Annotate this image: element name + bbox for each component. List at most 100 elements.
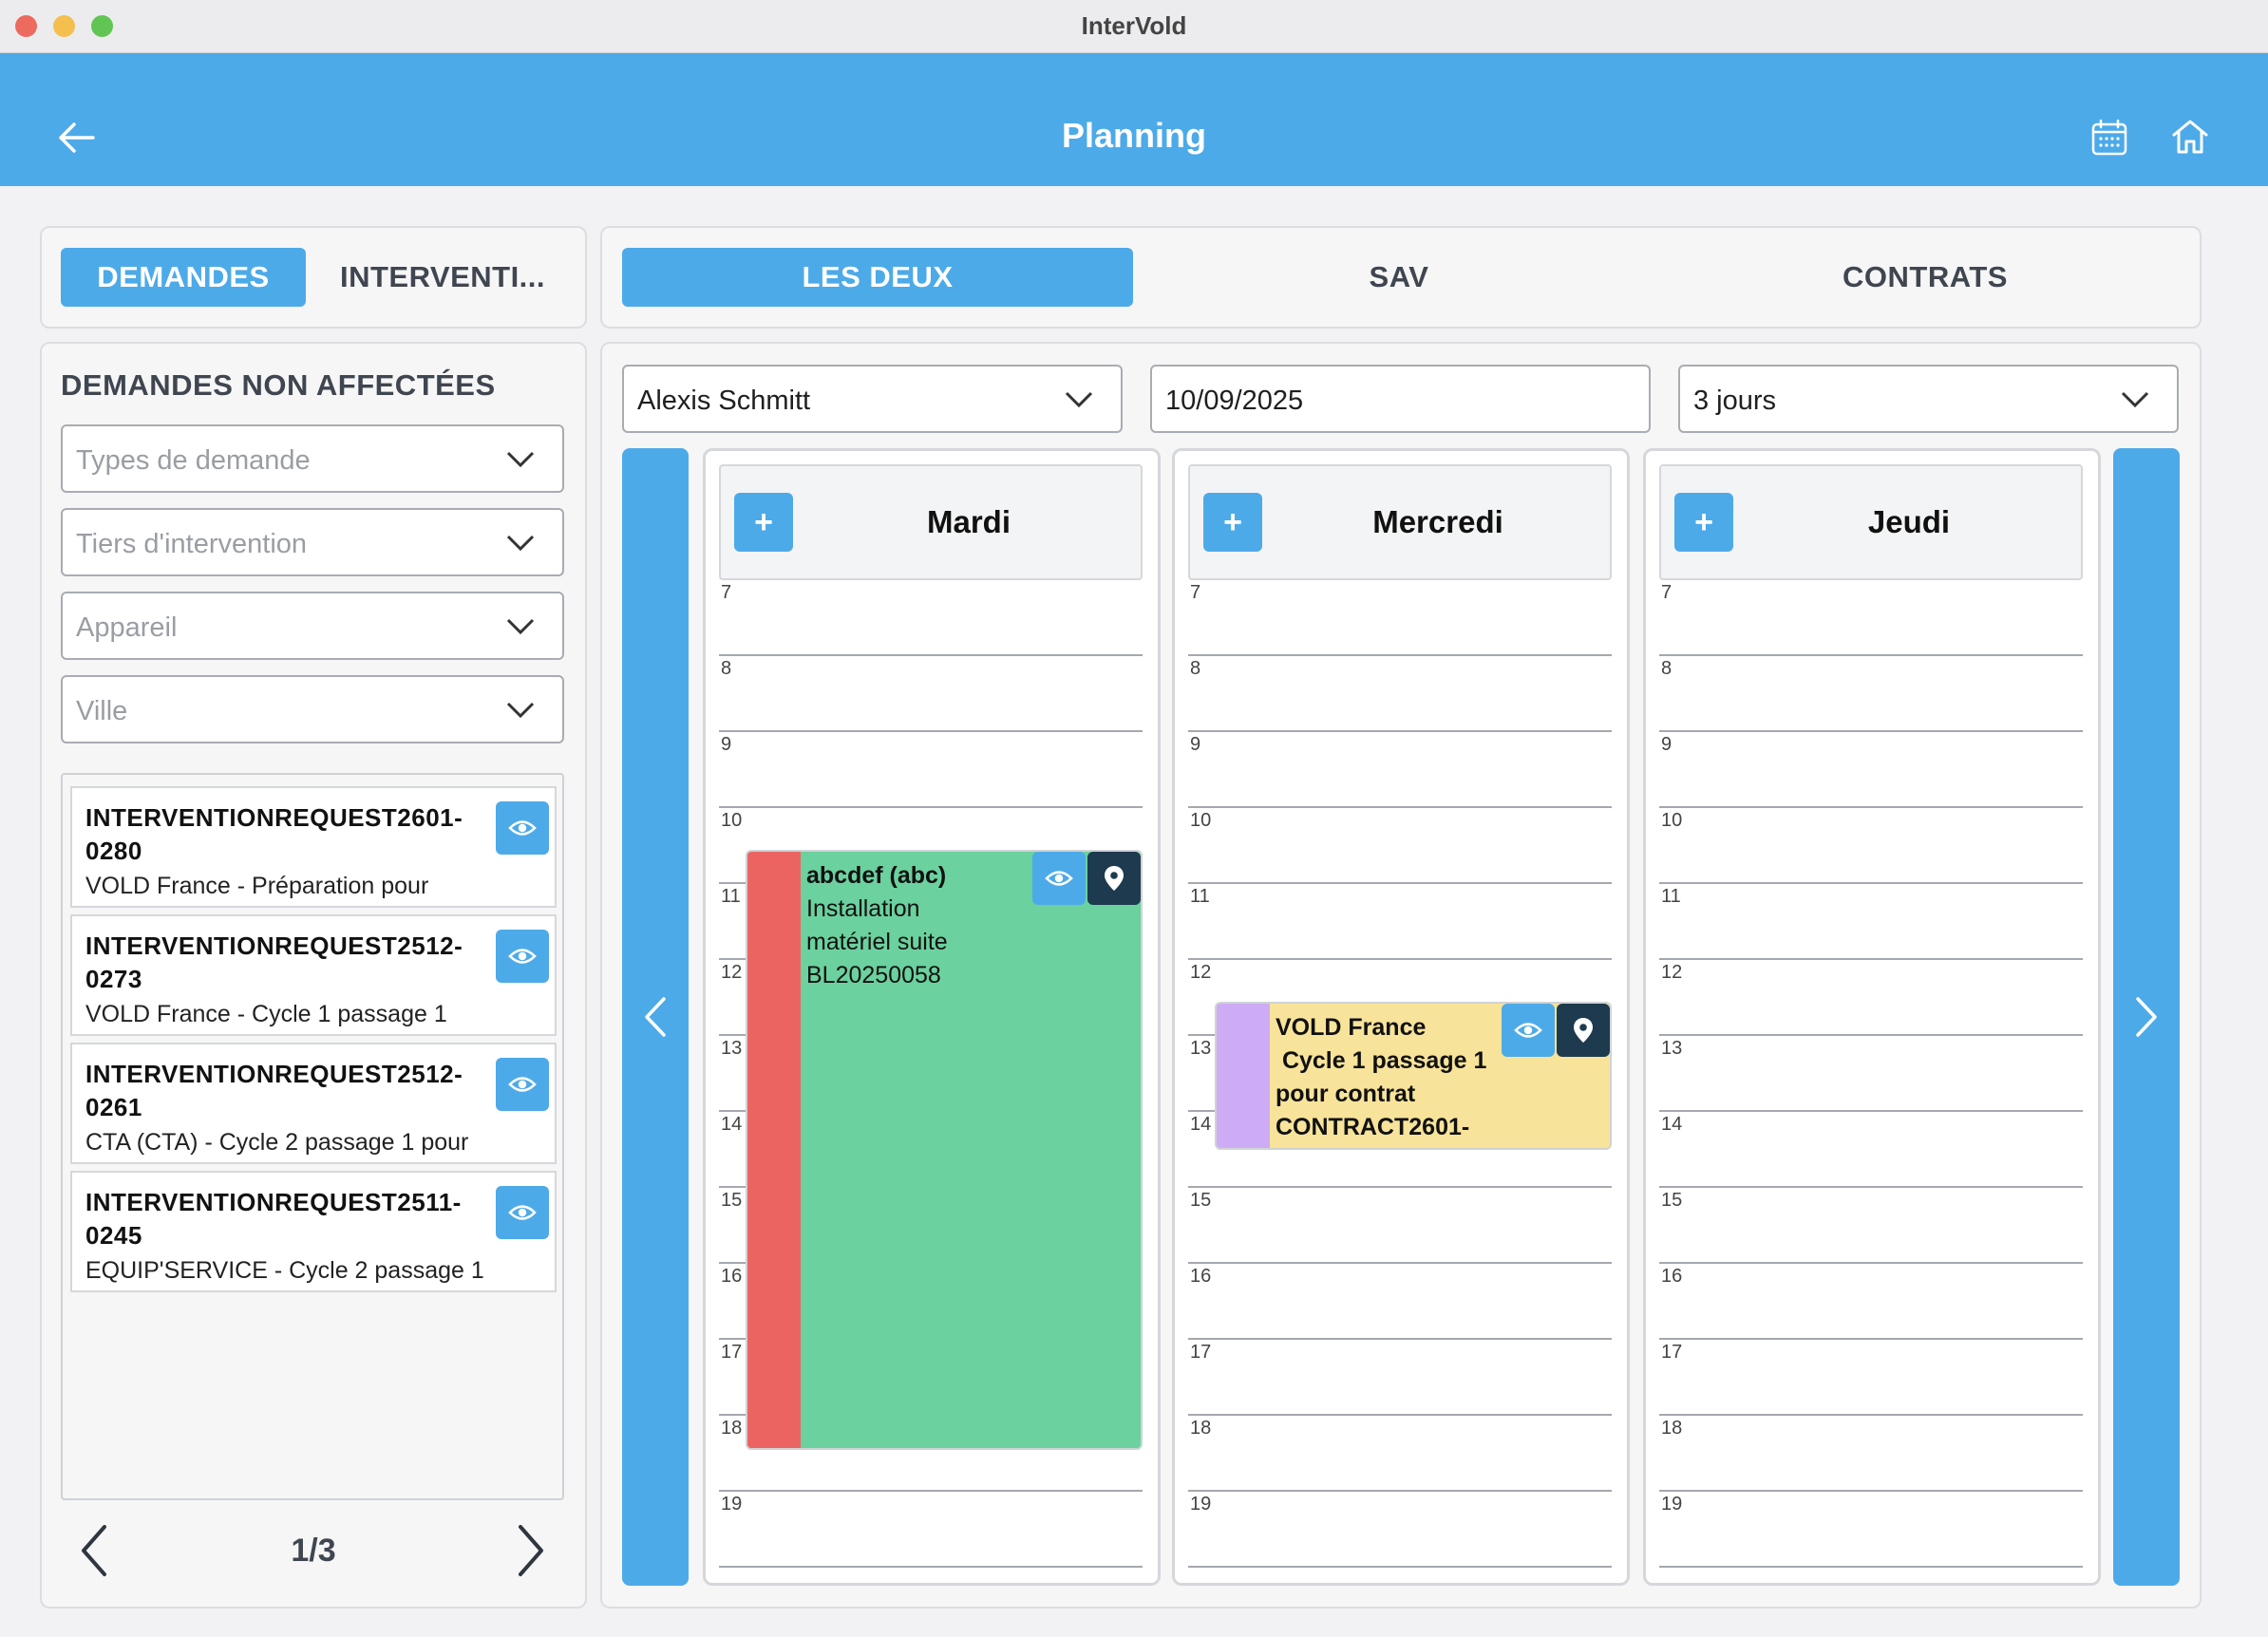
intervention-party-filter[interactable]: Tiers d'intervention <box>61 508 564 576</box>
hour-slot[interactable]: 13 <box>1659 1036 2083 1112</box>
date-value: 10/09/2025 <box>1165 386 1304 416</box>
hour-label: 12 <box>1190 962 1212 983</box>
view-request-button[interactable] <box>496 801 549 855</box>
view-request-button[interactable] <box>496 930 549 983</box>
home-icon[interactable] <box>2169 116 2211 158</box>
eye-icon <box>1514 1023 1542 1038</box>
request-description: CTA (CTA) - Cycle 2 passage 1 pour contr… <box>85 1129 469 1156</box>
hour-slot[interactable]: 8 <box>1659 656 2083 732</box>
hour-slot[interactable]: 7 <box>719 580 1143 656</box>
filter-placeholder: Types de demande <box>76 445 311 476</box>
chevron-down-icon <box>506 702 535 719</box>
list-item[interactable]: INTERVENTIONREQUEST2512-0261 CTA (CTA) -… <box>70 1043 557 1164</box>
hour-slot[interactable]: 12 <box>1659 960 2083 1036</box>
request-type-filter[interactable]: Types de demande <box>61 424 564 493</box>
chevron-down-icon <box>506 535 535 552</box>
calendar-icon[interactable] <box>2089 118 2129 158</box>
hour-label: 11 <box>721 886 741 907</box>
hour-slot[interactable]: 16 <box>1659 1264 2083 1340</box>
hour-slot[interactable]: 10 <box>1659 808 2083 884</box>
hour-label: 7 <box>1661 582 1673 603</box>
hour-slot[interactable]: 17 <box>1659 1340 2083 1416</box>
next-days-button[interactable] <box>2113 448 2180 1586</box>
eye-icon <box>508 820 537 836</box>
event-text: abcdef (abc) Installation matériel suite BL… <box>806 859 948 992</box>
event-line: Installation <box>806 895 920 922</box>
day-column-jeudi[interactable]: + Jeudi 7 8 9 10 11 12 13 14 15 16 17 18 19 <box>1643 448 2101 1586</box>
hour-label: 17 <box>721 1342 743 1363</box>
hour-label: 8 <box>721 658 732 679</box>
list-item[interactable]: INTERVENTIONREQUEST2512-0273 VOLD France… <box>70 914 557 1036</box>
request-reference: INTERVENTIONREQUEST2511-0245 <box>85 1188 462 1250</box>
add-intervention-button[interactable]: + <box>1674 493 1733 552</box>
tab-les-deux[interactable]: LES DEUX <box>622 248 1133 307</box>
hour-slot[interactable]: 18 <box>1659 1416 2083 1492</box>
city-filter[interactable]: Ville <box>61 675 564 743</box>
hour-label: 18 <box>1661 1418 1683 1439</box>
hour-slot[interactable]: 8 <box>719 656 1143 732</box>
hour-slot[interactable]: 7 <box>1659 580 2083 656</box>
hour-slot[interactable]: 9 <box>1188 732 1612 808</box>
calendar-event[interactable]: abcdef (abc) Installation matériel suite BL… <box>746 850 1143 1450</box>
tab-sav[interactable]: SAV <box>1143 248 1654 307</box>
hour-slot[interactable]: 16 <box>1188 1264 1612 1340</box>
hour-slot[interactable]: 10 <box>1188 808 1612 884</box>
previous-days-button[interactable] <box>622 448 689 1586</box>
technician-select[interactable]: Alexis Schmitt <box>622 365 1123 433</box>
view-event-button[interactable] <box>1032 852 1086 905</box>
date-input[interactable]: 10/09/2025 <box>1150 365 1651 433</box>
day-name: Jeudi <box>1867 504 1951 539</box>
hour-slot[interactable]: 19 <box>1188 1492 1612 1568</box>
list-item[interactable]: INTERVENTIONREQUEST2601-0280 VOLD France… <box>70 786 557 908</box>
hour-label: 12 <box>721 962 743 983</box>
next-page-icon[interactable] <box>515 1523 547 1578</box>
hour-label: 12 <box>1661 962 1683 983</box>
previous-page-icon[interactable] <box>78 1523 110 1578</box>
locate-event-button[interactable] <box>1087 852 1141 905</box>
hour-slot[interactable]: 14 <box>1659 1112 2083 1188</box>
hour-label: 16 <box>721 1266 743 1287</box>
list-item[interactable]: INTERVENTIONREQUEST2511-0245 EQUIP'SERVI… <box>70 1171 557 1292</box>
day-column-mercredi[interactable]: + Mercredi 7 8 9 10 11 12 13 14 15 16 17 18 19 VOLD Fra… <box>1172 448 1630 1586</box>
hour-slot[interactable]: 19 <box>719 1492 1143 1568</box>
locate-event-button[interactable] <box>1557 1004 1610 1057</box>
tab-interventions[interactable]: INTERVENTI... <box>323 248 562 307</box>
tab-demandes[interactable]: DEMANDES <box>61 248 306 307</box>
event-line: Cycle 1 passage 1 <box>1276 1047 1487 1074</box>
device-filter[interactable]: Appareil <box>61 592 564 660</box>
view-event-button[interactable] <box>1502 1004 1555 1057</box>
hour-slot[interactable]: 17 <box>1188 1340 1612 1416</box>
hour-slot[interactable]: 11 <box>1659 884 2083 960</box>
eye-icon <box>508 1077 537 1092</box>
hour-slot[interactable]: 8 <box>1188 656 1612 732</box>
calendar-event[interactable]: VOLD France Cycle 1 passage 1 pour contra… <box>1215 1002 1612 1150</box>
request-reference: INTERVENTIONREQUEST2601-0280 <box>85 803 463 865</box>
day-name: Mercredi <box>1372 504 1503 539</box>
hour-slot[interactable]: 9 <box>1659 732 2083 808</box>
hour-slot[interactable]: 7 <box>1188 580 1612 656</box>
add-intervention-button[interactable]: + <box>1203 493 1262 552</box>
hour-slot[interactable]: 15 <box>1659 1188 2083 1264</box>
hour-slot[interactable]: 19 <box>1659 1492 2083 1568</box>
hour-slot[interactable]: 9 <box>719 732 1143 808</box>
view-request-button[interactable] <box>496 1058 549 1111</box>
hour-slot[interactable]: 18 <box>1188 1416 1612 1492</box>
request-description: EQUIP'SERVICE - Cycle 2 passage 1 pour c… <box>85 1257 484 1284</box>
hour-slot[interactable]: 15 <box>1188 1188 1612 1264</box>
day-column-mardi[interactable]: + Mardi 7 8 9 10 11 12 13 14 15 16 17 18 19 abcdef (abc… <box>703 448 1161 1586</box>
pagination-label: 1/3 <box>291 1533 336 1569</box>
hour-label: 9 <box>1190 734 1201 755</box>
event-line: BL20250058 <box>806 962 941 988</box>
eye-icon <box>1045 871 1073 886</box>
hour-label: 13 <box>1661 1038 1683 1059</box>
filter-placeholder: Appareil <box>76 612 178 643</box>
window-title: InterVold <box>1081 11 1187 40</box>
add-intervention-button[interactable]: + <box>734 493 793 552</box>
window-titlebar: InterVold <box>0 0 2268 53</box>
view-request-button[interactable] <box>496 1186 549 1239</box>
hour-slot[interactable]: 11 <box>1188 884 1612 960</box>
tab-contrats[interactable]: CONTRATS <box>1670 248 2181 307</box>
event-line: abcdef (abc) <box>806 862 947 889</box>
requests-list[interactable]: INTERVENTIONREQUEST2601-0280 VOLD France… <box>61 773 564 1500</box>
range-select[interactable]: 3 jours <box>1678 365 2179 433</box>
